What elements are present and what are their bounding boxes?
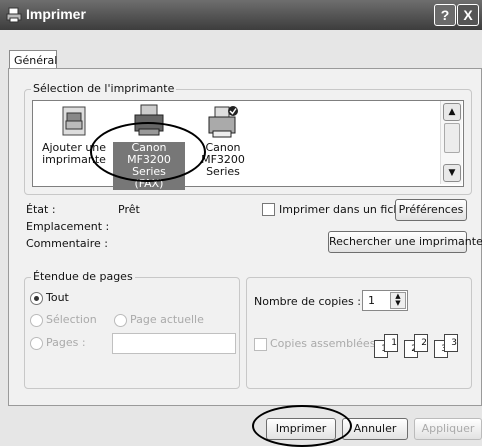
range-all-label: Tout	[46, 291, 69, 304]
state-label: État :	[26, 203, 56, 216]
tab-general-label: Général	[14, 54, 58, 67]
scroll-thumb[interactable]	[444, 123, 460, 153]
window-title: Imprimer	[26, 6, 86, 22]
range-current-page-label: Page actuelle	[130, 313, 204, 326]
print-to-file-checkbox[interactable]	[262, 203, 275, 216]
collate-sheet-1-front: 1	[384, 334, 398, 352]
collate-checkbox[interactable]	[254, 338, 267, 351]
copies-label: Nombre de copies :	[254, 295, 361, 308]
tab-general[interactable]: Général	[9, 50, 57, 70]
add-printer-icon	[62, 106, 86, 136]
state-value: Prêt	[118, 203, 140, 216]
scroll-down-icon[interactable]: ▼	[443, 164, 461, 182]
close-button[interactable]: X	[457, 4, 479, 26]
collate-sheet-2-front: 2	[414, 334, 428, 352]
title-bar: Imprimer ? X	[0, 0, 482, 30]
find-printer-button[interactable]: Rechercher une imprimante...	[328, 231, 482, 253]
collate-sheet-3-front: 3	[444, 334, 458, 352]
preferences-button[interactable]: Préférences	[395, 199, 467, 221]
comment-label: Commentaire :	[26, 237, 108, 250]
collate-label: Copies assemblées	[270, 337, 376, 350]
copies-input[interactable]: 1 ▲ ▼	[362, 290, 408, 311]
location-label: Emplacement :	[26, 220, 110, 233]
printer-selection-legend: Sélection de l'imprimante	[31, 82, 177, 95]
highlight-ellipse-print	[252, 405, 352, 447]
range-pages-radio[interactable]	[30, 337, 43, 350]
printer-icon	[6, 7, 22, 23]
printer-list-scrollbar[interactable]: ▲ ▼	[440, 101, 462, 184]
range-pages-label: Pages :	[46, 336, 86, 349]
collate-sheet-1-front-num: 1	[391, 338, 397, 348]
cancel-button[interactable]: Annuler	[342, 418, 408, 440]
range-all-radio[interactable]	[30, 292, 43, 305]
apply-button[interactable]: Appliquer	[414, 418, 482, 440]
collate-sheet-3-front-num: 3	[451, 338, 457, 348]
copies-group	[246, 277, 472, 389]
default-printer-icon	[208, 106, 238, 138]
highlight-ellipse-printer	[90, 122, 206, 182]
page-range-legend: Étendue de pages	[31, 270, 135, 283]
scroll-up-icon[interactable]: ▲	[443, 103, 461, 121]
range-selection-label: Sélection	[46, 313, 97, 326]
help-button[interactable]: ?	[434, 4, 456, 26]
copies-value: 1	[368, 294, 375, 307]
pages-input[interactable]	[112, 333, 236, 354]
range-current-page-radio[interactable]	[114, 314, 127, 327]
print-dialog: Imprimer ? X Général Sélection de l'impr…	[0, 0, 482, 447]
copies-spinner-icon[interactable]: ▲ ▼	[390, 292, 406, 309]
range-selection-radio[interactable]	[30, 314, 43, 327]
collate-sheet-2-front-num: 2	[421, 338, 427, 348]
